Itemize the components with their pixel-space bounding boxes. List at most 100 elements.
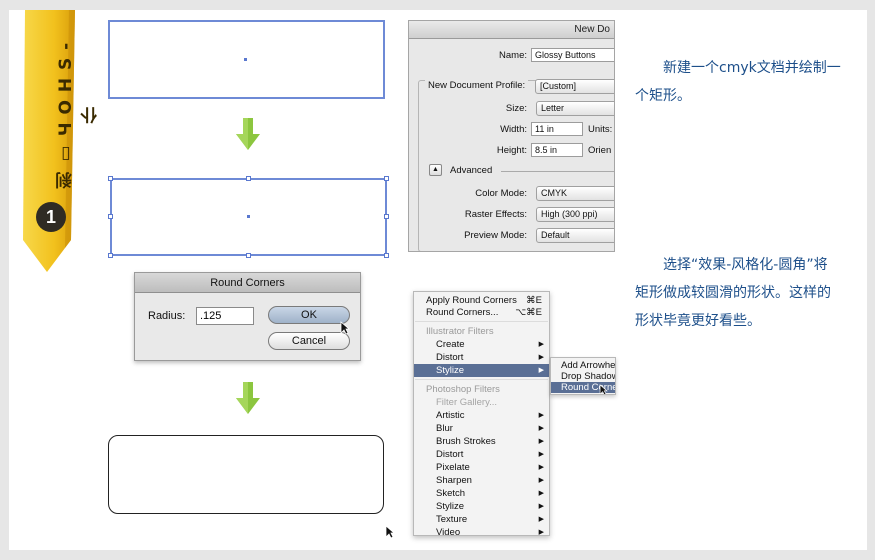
down-arrow-icon xyxy=(236,382,260,414)
center-point xyxy=(244,58,247,61)
radius-label: Radius: xyxy=(148,310,186,322)
color-mode-select[interactable]: CMYK xyxy=(536,186,614,201)
resize-handle[interactable] xyxy=(108,176,113,181)
submenu-arrow-icon: ▶ xyxy=(538,464,544,471)
resize-handle[interactable] xyxy=(108,214,113,219)
submenu-arrow-icon: ▶ xyxy=(538,341,544,348)
menu-item-label: Video xyxy=(436,527,461,538)
menu-item-label: Brush Strokes xyxy=(436,436,496,447)
menu-item-texture[interactable]: Texture ▶ xyxy=(414,513,549,526)
menu-item-label: Stylize xyxy=(436,501,464,512)
menu-item-label: Sketch xyxy=(436,488,466,499)
submenu-arrow-icon: ▶ xyxy=(538,354,544,361)
profile-select[interactable]: [Custom] xyxy=(535,79,614,94)
units-label: Units: xyxy=(588,123,613,135)
submenu-arrow-icon: ▶ xyxy=(538,516,544,523)
rounded-rectangle-result xyxy=(108,435,384,514)
menu-item-label: Sharpen xyxy=(436,475,472,486)
menu-item-label: Stylize xyxy=(436,365,464,376)
step2-caption: 选择“效果-风格化-圆角”将矩形做成较圆滑的形状。这样的形状毕竟更好看些。 xyxy=(635,257,831,329)
new-document-dialog: New Do Name: Glossy Buttons New Document… xyxy=(408,20,615,252)
menu-item-sharpen[interactable]: Sharpen ▶ xyxy=(414,474,549,487)
submenu-arrow-icon: ▶ xyxy=(538,438,544,445)
dialog-title: New Do xyxy=(409,21,614,39)
resize-handle[interactable] xyxy=(384,253,389,258)
name-input[interactable]: Glossy Buttons xyxy=(531,48,614,62)
menu-item-blur[interactable]: Blur ▶ xyxy=(414,422,549,435)
menu-item-label: Apply Round Corners xyxy=(426,295,517,306)
divider xyxy=(501,171,614,172)
menu-item-stylize-ps[interactable]: Stylize ▶ xyxy=(414,500,549,513)
menu-item-label: Artistic xyxy=(436,410,465,421)
orientation-label: Orien xyxy=(588,144,612,156)
height-label: Height: xyxy=(496,144,527,156)
menu-item-label: Pixelate xyxy=(436,462,470,473)
radius-input[interactable]: .125 xyxy=(196,307,254,325)
center-point xyxy=(247,215,250,218)
submenu-arrow-icon: ▶ xyxy=(538,490,544,497)
submenu-arrow-icon: ▶ xyxy=(538,367,544,374)
menu-item-label: Round Corners... xyxy=(426,307,499,318)
resize-handle[interactable] xyxy=(108,253,113,258)
advanced-label: Advanced xyxy=(450,164,493,176)
menu-item-create[interactable]: Create ▶ xyxy=(414,338,549,351)
menu-item-round-corners[interactable]: Round Corners... ⌥⌘E xyxy=(414,306,549,319)
dialog-title: Round Corners xyxy=(135,273,360,293)
menu-header-illustrator: Illustrator Filters xyxy=(426,326,494,337)
menu-item-filter-gallery: Filter Gallery... xyxy=(436,397,498,408)
submenu-arrow-icon: ▶ xyxy=(538,451,544,458)
menu-item-pixelate[interactable]: Pixelate ▶ xyxy=(414,461,549,474)
menu-item-label: Distort xyxy=(436,352,464,363)
cancel-button[interactable]: Cancel xyxy=(268,332,350,350)
height-input[interactable]: 8.5 in xyxy=(531,143,583,157)
submenu-arrow-icon: ▶ xyxy=(538,412,544,419)
tutorial-panel: 刹 ▯ Ч O H S - 仆 1 Round Corners Radius: … xyxy=(9,10,867,550)
profile-label: New Document Profile: xyxy=(425,80,529,91)
preview-mode-label: Preview Mode: xyxy=(464,230,527,241)
size-select[interactable]: Letter xyxy=(536,101,614,116)
ok-button[interactable]: OK xyxy=(268,306,350,324)
menu-item-distort-ps[interactable]: Distort ▶ xyxy=(414,448,549,461)
menu-separator xyxy=(415,321,548,322)
submenu-arrow-icon: ▶ xyxy=(538,425,544,432)
menu-item-distort[interactable]: Distort ▶ xyxy=(414,351,549,364)
step-number-badge: 1 xyxy=(36,202,66,232)
menu-item-label: Distort xyxy=(436,449,464,460)
submenu-item-add-arrowheads[interactable]: Add Arrowhe xyxy=(551,360,615,371)
disclosure-triangle-icon[interactable]: ▲ xyxy=(429,164,442,176)
menu-item-stylize-selected[interactable]: Stylize ▶ xyxy=(414,364,549,377)
submenu-arrow-icon: ▶ xyxy=(538,529,544,536)
preview-mode-select[interactable]: Default xyxy=(536,228,614,243)
resize-handle[interactable] xyxy=(246,176,251,181)
step1-caption: 新建一个cmyk文档并绘制一个矩形。 xyxy=(635,60,841,104)
round-corners-dialog: Round Corners Radius: .125 OK Cancel xyxy=(134,272,361,361)
resize-handle[interactable] xyxy=(384,176,389,181)
raster-effects-select[interactable]: High (300 ppi) xyxy=(536,207,614,222)
resize-handle[interactable] xyxy=(384,214,389,219)
submenu-arrow-icon: ▶ xyxy=(538,477,544,484)
submenu-arrow-icon: ▶ xyxy=(538,503,544,510)
down-arrow-icon xyxy=(236,118,260,150)
mouse-cursor-icon xyxy=(599,384,608,394)
mouse-cursor-icon xyxy=(340,321,350,335)
menu-item-brush-strokes[interactable]: Brush Strokes ▶ xyxy=(414,435,549,448)
color-mode-label: Color Mode: xyxy=(475,188,527,199)
resize-handle[interactable] xyxy=(246,253,251,258)
menu-item-sketch[interactable]: Sketch ▶ xyxy=(414,487,549,500)
menu-item-label: Blur xyxy=(436,423,453,434)
menu-header-photoshop: Photoshop Filters xyxy=(426,384,500,395)
step-ribbon: 刹 ▯ Ч O H S - 仆 1 xyxy=(17,10,101,278)
raster-effects-label: Raster Effects: xyxy=(464,209,527,220)
menu-item-video[interactable]: Video ▶ xyxy=(414,526,549,539)
width-input[interactable]: 11 in xyxy=(531,122,583,136)
size-label: Size: xyxy=(505,103,527,114)
submenu-item-drop-shadow[interactable]: Drop Shadow xyxy=(551,371,615,382)
name-label: Name: xyxy=(499,49,527,61)
stylize-submenu: Add Arrowhe Drop Shadow Round Corne xyxy=(550,357,616,395)
mouse-cursor-icon xyxy=(385,525,395,539)
menu-item-artistic[interactable]: Artistic ▶ xyxy=(414,409,549,422)
menu-item-label: Create xyxy=(436,339,465,350)
width-label: Width: xyxy=(500,123,527,135)
effect-menu: Apply Round Corners ⌘E Round Corners... … xyxy=(413,291,550,539)
menu-separator xyxy=(415,379,548,380)
